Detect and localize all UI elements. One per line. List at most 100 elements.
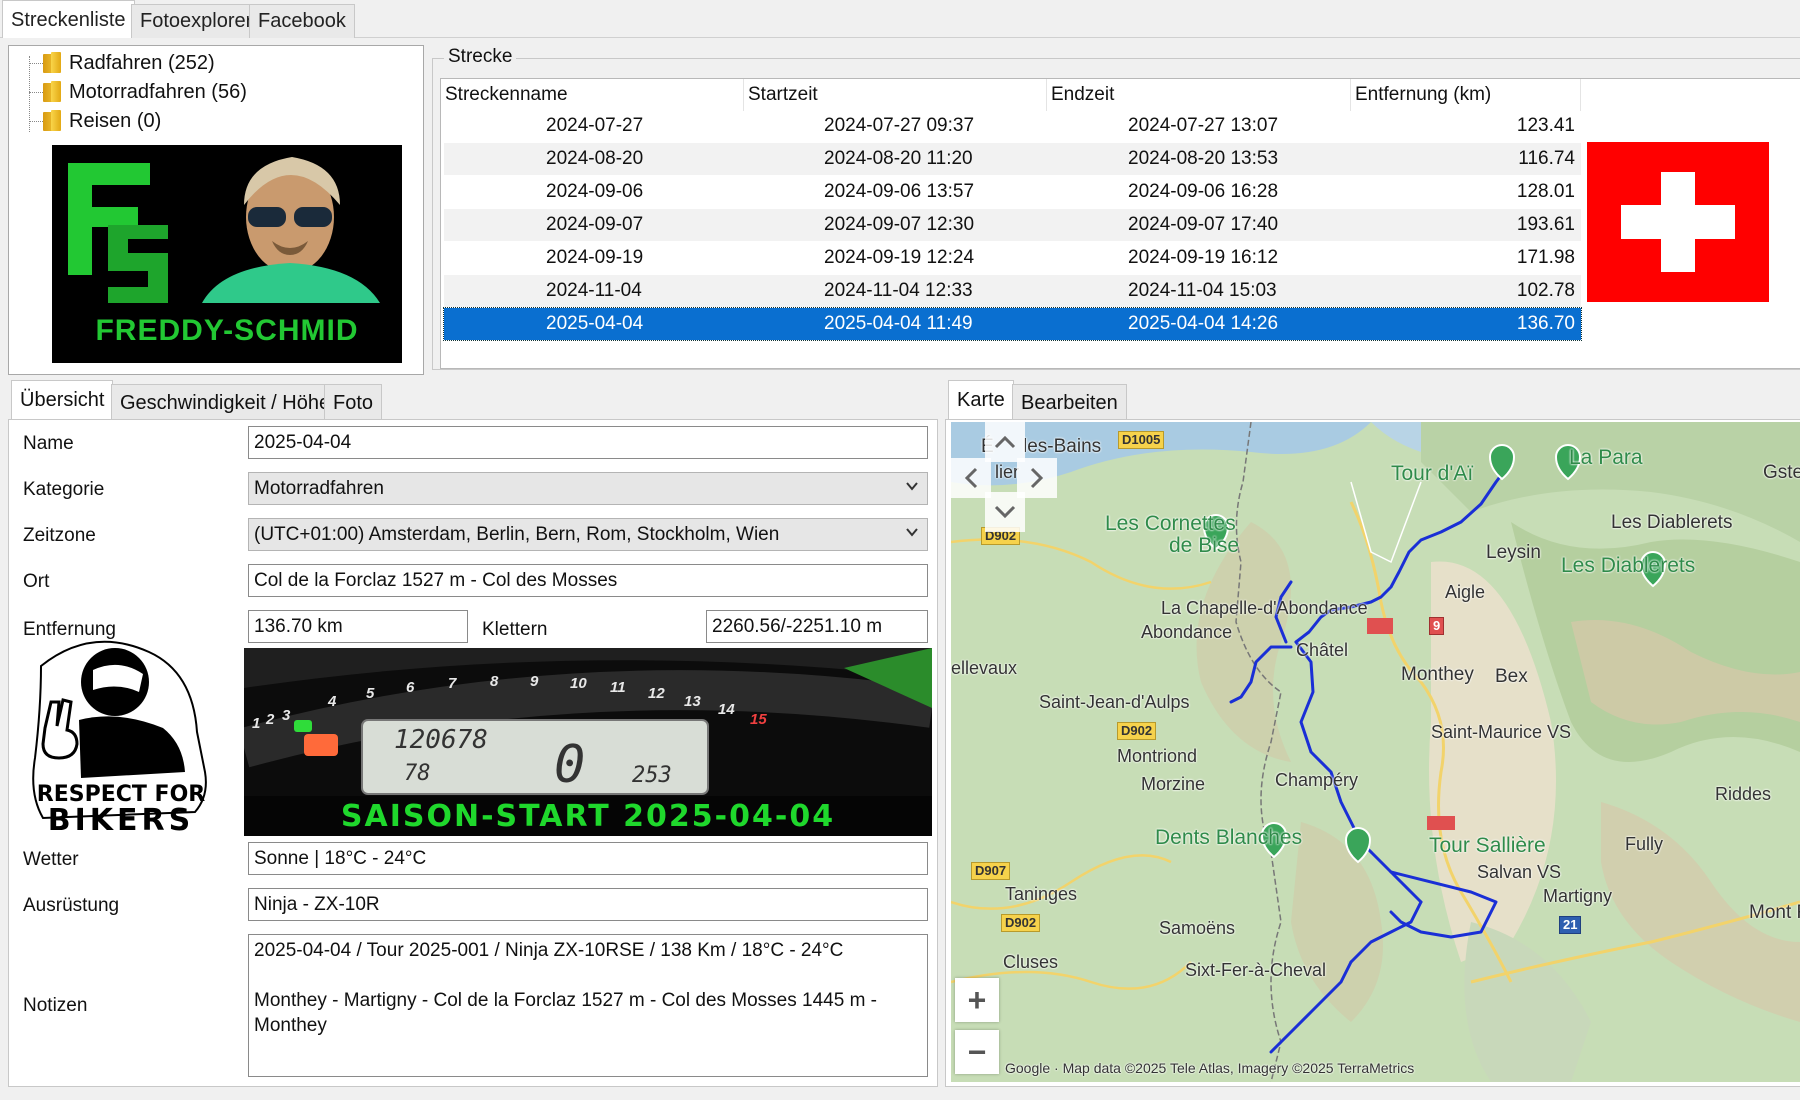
cell-distance: 193.61	[1516, 214, 1575, 235]
map-label: Montriond	[1117, 746, 1198, 766]
pan-up-button[interactable]	[985, 422, 1025, 462]
road-badge: D1005	[1118, 431, 1165, 449]
road-badge: D902	[1117, 722, 1157, 740]
cell-start: 2025-04-04 11:49	[824, 313, 973, 334]
tab-bearbeiten[interactable]: Bearbeiten	[1012, 384, 1127, 420]
tab-karte[interactable]: Karte	[948, 380, 1014, 420]
cell-distance: 123.41	[1516, 115, 1575, 136]
tree-item-reisen[interactable]: Reisen (0)	[43, 107, 161, 135]
logo-name: FREDDY-SCHMID	[95, 314, 358, 347]
map-label: Aigle	[1445, 582, 1486, 602]
map-label: Fully	[1625, 834, 1664, 854]
map-label: Sixt-Fer-à-Cheval	[1185, 960, 1327, 980]
map-label: Saint-Jean-d'Aulps	[1039, 692, 1190, 712]
cell-start: 2024-09-06 13:57	[824, 181, 975, 202]
cell-name: 2025-04-04	[546, 313, 644, 334]
map-label: les-Bains	[1023, 436, 1102, 457]
tab-facebook[interactable]: Facebook	[249, 4, 355, 38]
folder-icon	[43, 81, 63, 103]
map-label: Samoëns	[1159, 918, 1236, 938]
cell-name: 2024-07-27	[546, 115, 644, 136]
ort-field[interactable]: Col de la Forclaz 1527 m - Col des Mosse…	[248, 564, 928, 597]
cell-distance: 128.01	[1516, 181, 1575, 202]
column-header-endzeit[interactable]: Endzeit	[1047, 79, 1351, 111]
table-row[interactable]: 2024-09-19 2024-09-19 12:24 2024-09-19 1…	[444, 242, 1581, 274]
tach-number: 10	[570, 675, 587, 692]
tree-item-radfahren[interactable]: Radfahren (252)	[43, 49, 215, 77]
map-label: Morzine	[1141, 774, 1206, 794]
table-row[interactable]: 2024-08-20 2024-08-20 11:20 2024-08-20 1…	[444, 143, 1581, 175]
map-label: Tour d'Aï	[1391, 462, 1474, 485]
map-label: lier	[995, 462, 1020, 482]
road-badge: 21	[1559, 916, 1582, 934]
zoom-in-button[interactable]: +	[955, 978, 999, 1022]
klettern-field[interactable]: 2260.56/-2251.10 m	[706, 610, 928, 643]
speed-readout: 0	[554, 735, 585, 795]
pan-down-button[interactable]	[985, 492, 1025, 532]
column-header-entfernung[interactable]: Entfernung (km)	[1351, 79, 1581, 111]
table-row[interactable]: 2024-09-07 2024-09-07 12:30 2024-09-07 1…	[444, 209, 1581, 241]
cell-end: 2024-08-20 13:53	[1128, 148, 1279, 169]
tab-foto[interactable]: Foto	[324, 384, 383, 420]
tree-item-motorradfahren[interactable]: Motorradfahren (56)	[43, 78, 247, 106]
tach-number: 3	[282, 707, 291, 724]
cell-name: 2024-09-06	[546, 181, 644, 202]
column-header-streckenname[interactable]: Streckenname	[441, 79, 744, 111]
map-label: La Para	[1569, 446, 1643, 469]
ausruestung-field[interactable]: Ninja - ZX-10R	[248, 888, 928, 921]
flag-cross-vertical	[1661, 172, 1695, 272]
map-label: Saint-Maurice VS	[1431, 722, 1572, 742]
map-label: Monthey	[1401, 664, 1474, 685]
klettern-label: Klettern	[482, 619, 548, 640]
name-field[interactable]: 2025-04-04	[248, 426, 928, 459]
route-map[interactable]: É les-Bains lier Tour d'Aï La Para Gste …	[951, 422, 1800, 1082]
column-header-startzeit[interactable]: Startzeit	[744, 79, 1047, 111]
table-row-selected[interactable]: 2025-04-04 2025-04-04 11:49 2025-04-04 1…	[443, 307, 1582, 341]
cell-name: 2024-08-20	[546, 148, 644, 169]
zoom-out-button[interactable]: −	[955, 1030, 999, 1074]
tab-fotoexplorer[interactable]: Fotoexplorer	[131, 4, 262, 38]
table-row[interactable]: 2024-09-06 2024-09-06 13:57 2024-09-06 1…	[444, 176, 1581, 208]
tab-streckenliste[interactable]: Streckenliste	[2, 0, 135, 38]
table-row[interactable]: 2024-11-04 2024-11-04 12:33 2024-11-04 1…	[444, 275, 1581, 307]
map-label: Leysin	[1486, 542, 1541, 563]
cell-name: 2024-09-07	[546, 214, 644, 235]
tree-connector	[29, 121, 43, 122]
chevron-down-icon	[906, 482, 918, 491]
respect-for-bikers-sticker: RESPECT FOR BIKERS	[19, 636, 224, 841]
tab-uebersicht[interactable]: Übersicht	[11, 380, 114, 420]
name-label: Name	[23, 433, 74, 454]
tree-connector	[29, 63, 43, 64]
tab-geschwindigkeit-hoehe[interactable]: Geschwindigkeit / Höhe	[111, 384, 340, 420]
folder-icon	[43, 110, 63, 132]
tree-item-label: Radfahren (252)	[69, 52, 215, 74]
kategorie-value: Motorradfahren	[254, 478, 384, 499]
cell-end: 2024-11-04 15:03	[1128, 280, 1277, 301]
map-label: La Chapelle-d'Abondance	[1161, 598, 1368, 618]
zeitzone-select[interactable]: (UTC+01:00) Amsterdam, Berlin, Bern, Rom…	[248, 518, 928, 551]
tach-number: 1	[252, 715, 260, 732]
ort-label: Ort	[23, 571, 50, 592]
tree-item-label: Reisen (0)	[69, 110, 162, 132]
road-badge: D907	[971, 862, 1011, 880]
notizen-textarea[interactable]: 2025-04-04 / Tour 2025-001 / Ninja ZX-10…	[248, 934, 928, 1077]
cell-distance: 116.74	[1518, 148, 1575, 169]
chevron-up-icon	[994, 435, 1016, 449]
tach-number: 5	[366, 685, 375, 702]
kategorie-select[interactable]: Motorradfahren	[248, 472, 928, 505]
cell-end: 2024-09-07 17:40	[1128, 214, 1279, 235]
map-label: Mont F	[1749, 902, 1800, 923]
cell-name: 2024-11-04	[546, 280, 642, 301]
tree-connector	[29, 92, 43, 93]
cell-distance: 171.98	[1516, 247, 1575, 268]
entfernung-field[interactable]: 136.70 km	[248, 610, 468, 643]
wetter-field[interactable]: Sonne | 18°C - 24°C	[248, 842, 928, 875]
cell-start: 2024-09-07 12:30	[824, 214, 975, 235]
cell-end: 2024-07-27 13:07	[1128, 115, 1279, 136]
table-row[interactable]: 2024-07-27 2024-07-27 09:37 2024-07-27 1…	[444, 110, 1581, 142]
road-badge: 9	[1429, 617, 1445, 635]
kategorie-label: Kategorie	[23, 479, 105, 500]
cell-name: 2024-09-19	[546, 247, 644, 268]
ausruestung-label: Ausrüstung	[23, 895, 120, 916]
tach-number: 11	[610, 679, 626, 696]
